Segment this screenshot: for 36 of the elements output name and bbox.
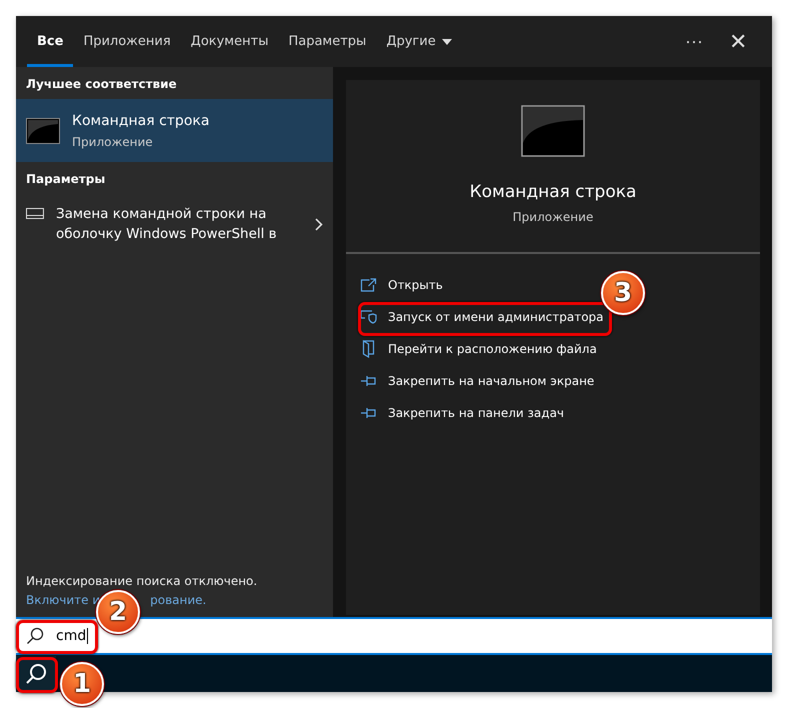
shield-icon [360, 310, 377, 324]
filter-tab[interactable]: Документы [180, 16, 278, 67]
preview-subtitle: Приложение [512, 210, 594, 224]
result-title: Замена командной строки на оболочку Windows PowerShell в [56, 205, 278, 244]
more-button[interactable]: ··· [672, 16, 716, 67]
indexing-link[interactable]: рование. [150, 593, 206, 607]
close-button[interactable]: ✕ [716, 16, 760, 67]
action-item[interactable]: Перейти к расположению файла [360, 338, 746, 359]
filter-tab[interactable]: Другие [376, 16, 462, 67]
result-subtitle: Приложение [72, 134, 154, 148]
section-heading: Параметры [25, 171, 106, 188]
chevron-icon [315, 218, 323, 230]
action-item[interactable]: Закрепить на панели задач [360, 402, 746, 423]
search-text: cmd [56, 628, 88, 644]
monitor-icon [26, 208, 44, 219]
step-badge: 1 [60, 662, 104, 706]
console-icon [521, 105, 585, 157]
console-icon [26, 118, 60, 144]
pin-icon [360, 374, 377, 386]
filter-tab[interactable]: Параметры [278, 16, 376, 67]
search-icon [25, 662, 47, 684]
result-item[interactable]: Замена командной строки на оболочку Windows PowerShell в [16, 194, 333, 252]
result-title: Командная строка [72, 112, 210, 128]
folder-icon [360, 340, 377, 358]
open-icon [360, 278, 377, 292]
section-heading: Лучшее соответствие [25, 76, 178, 93]
highlight-frame [16, 657, 58, 693]
filter-tab[interactable]: Все [27, 16, 74, 67]
filter-tab[interactable]: Приложения [73, 16, 181, 67]
action-item[interactable]: Закрепить на начальном экране [360, 370, 746, 391]
search-icon [26, 627, 44, 645]
indexing-message: Индексирование поиска отключено. [26, 574, 258, 588]
preview-title: Командная строка [470, 182, 636, 202]
pin-icon [360, 406, 377, 418]
caret-icon [442, 38, 452, 44]
result-item[interactable]: Командная строка Приложение [16, 99, 333, 162]
